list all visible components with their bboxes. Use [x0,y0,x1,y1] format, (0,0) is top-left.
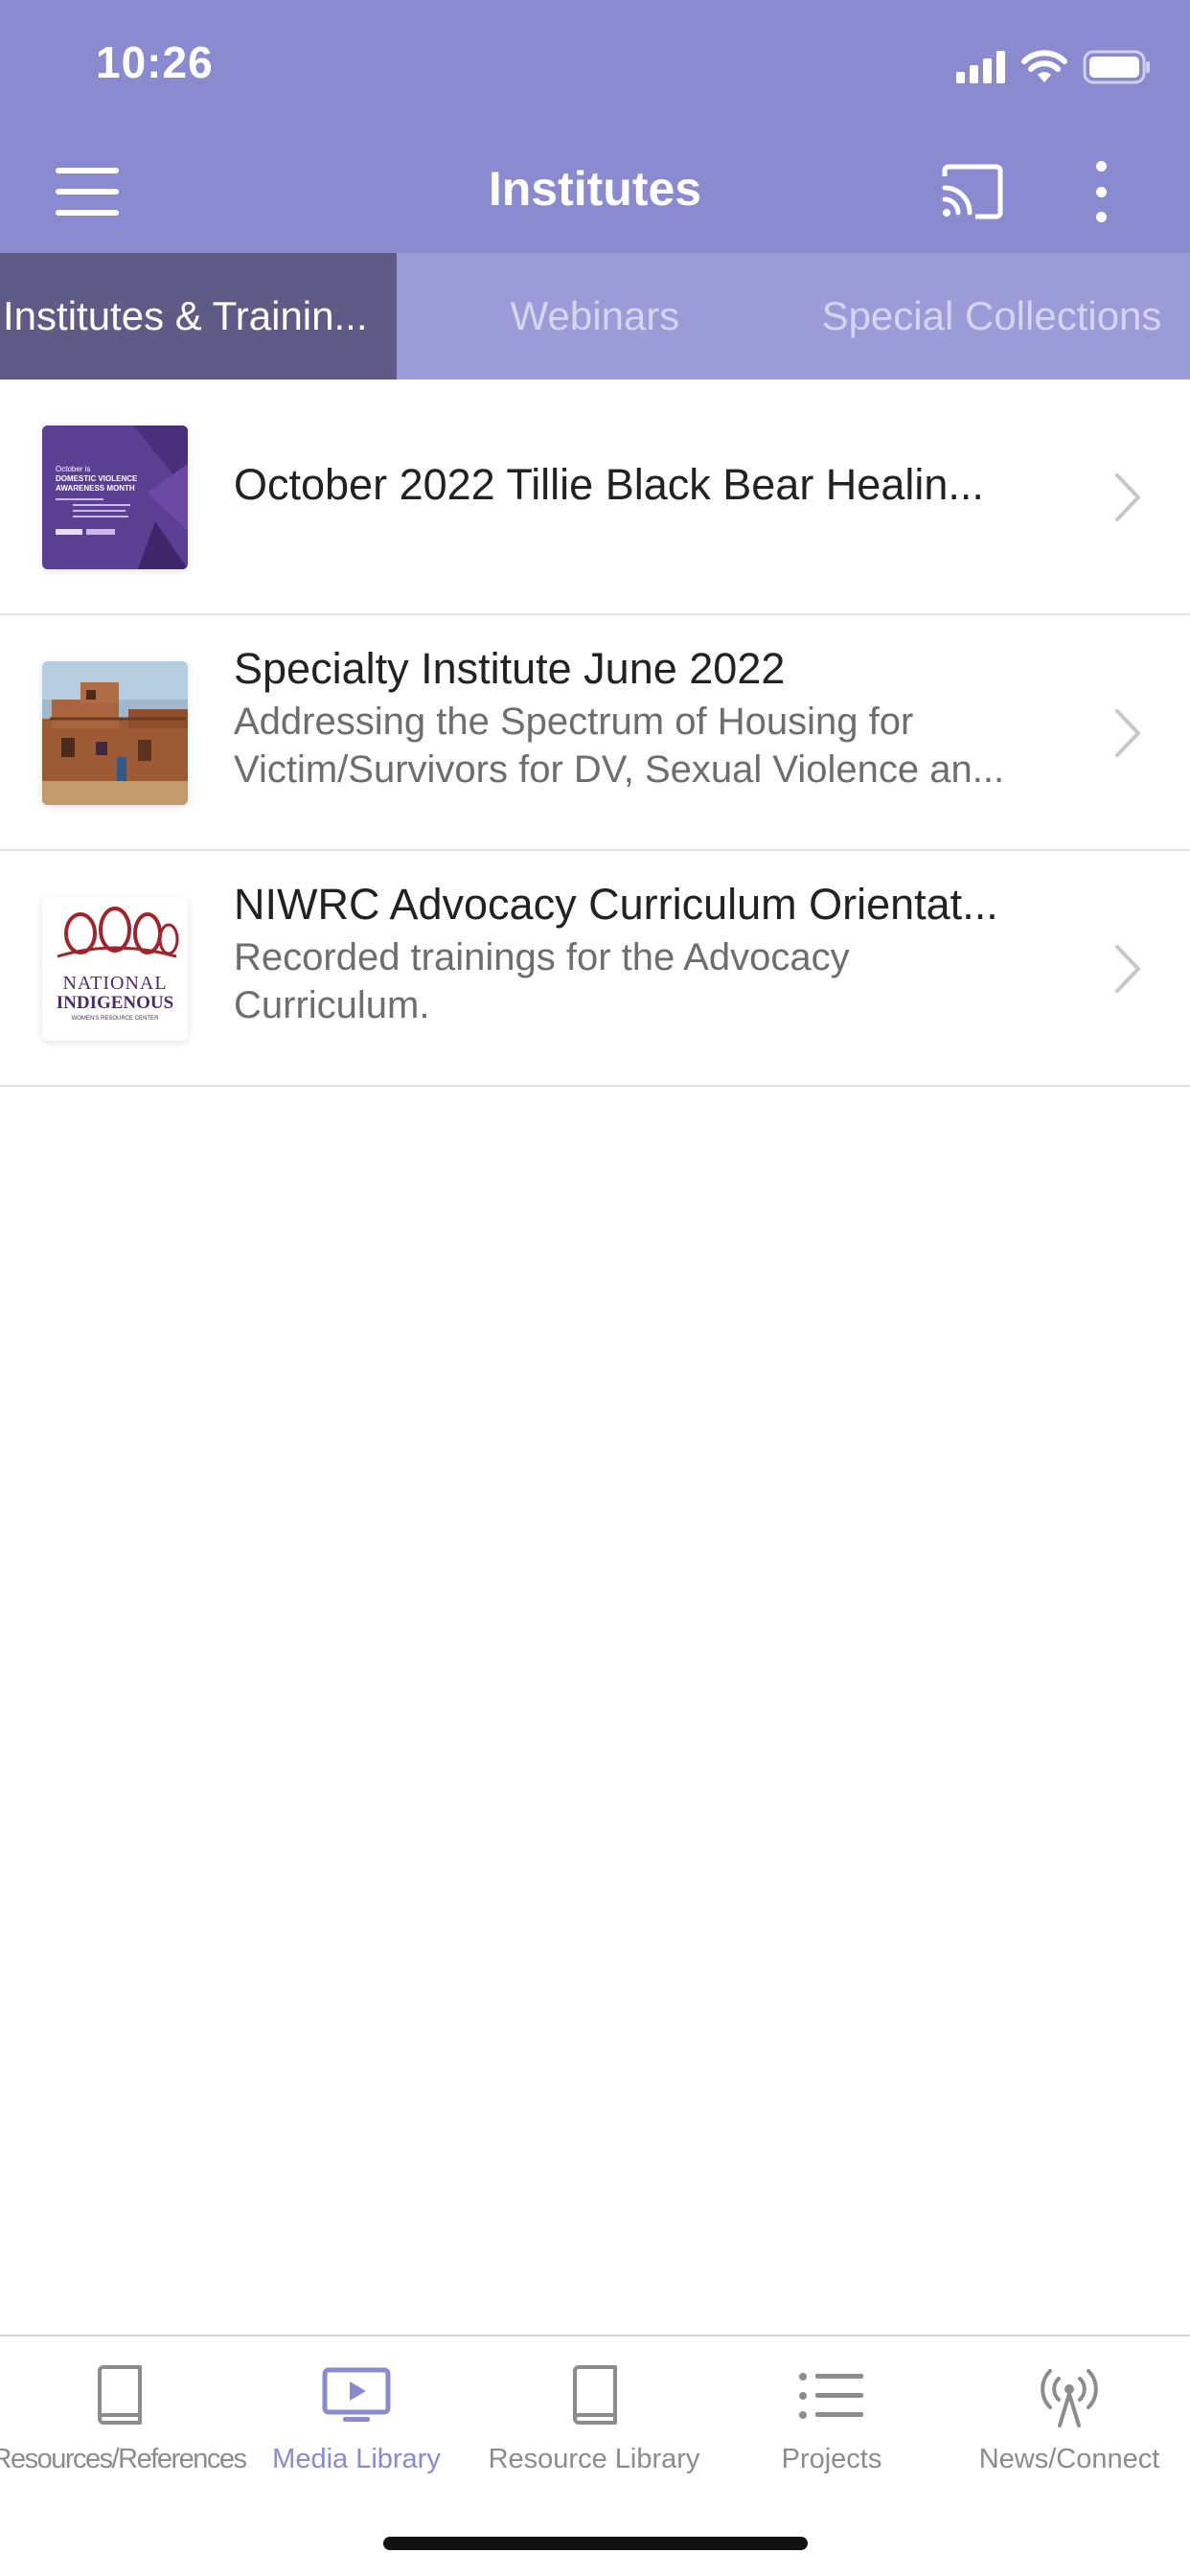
list-item[interactable]: NATIONAL INDIGENOUS WOMEN'S RESOURCE CEN… [0,851,1190,1087]
tab-institutes-trainings[interactable]: Institutes & Trainin... [0,253,397,380]
tab-label: Webinars [510,293,680,338]
cellular-signal-icon [956,51,1005,83]
status-icons [956,46,1152,88]
page-title: Institutes [488,162,702,216]
header: 10:26 Institutes [0,0,1190,253]
svg-text:NATIONAL: NATIONAL [62,973,167,994]
tabbar-item-resources-references[interactable]: Resources/References [0,2359,247,2494]
cast-icon[interactable] [939,163,1006,220]
tab-webinars[interactable]: Webinars [397,253,793,380]
app-screen: 10:26 Institutes Institutes & Trainin...… [0,0,1190,2576]
item-thumbnail: NATIONAL INDIGENOUS WOMEN'S RESOURCE CEN… [42,897,188,1041]
more-options-icon[interactable] [1087,161,1115,222]
list-item[interactable]: October is DOMESTIC VIOLENCE AWARENESS M… [0,380,1190,615]
list-icon [799,2373,863,2419]
list-item[interactable]: Specialty Institute June 2022 Addressing… [0,615,1190,851]
tv-play-icon [322,2367,391,2422]
item-title: October 2022 Tillie Black Bear Healin... [234,460,984,509]
svg-text:INDIGENOUS: INDIGENOUS [57,993,173,1013]
item-subtitle-line: Victim/Survivors for DV, Sexual Violence… [234,748,1005,791]
tabbar-label: Resources/References [0,2444,247,2474]
svg-text:DOMESTIC VIOLENCE: DOMESTIC VIOLENCE [56,474,138,483]
status-time: 10:26 [96,37,214,87]
svg-text:AWARENESS MONTH: AWARENESS MONTH [56,484,135,493]
chevron-right-icon [1115,709,1140,757]
item-text: Specialty Institute June 2022 Addressing… [234,644,1085,794]
item-subtitle: Recorded trainings for the Advocacy Curr… [234,933,1085,1029]
tab-label: Special Collections [821,293,1162,338]
tab-special-collections[interactable]: Special Collections [793,253,1190,380]
battery-icon [1083,50,1150,84]
nav-bar: Institutes [0,134,1190,253]
item-thumbnail [42,661,188,805]
svg-text:October is: October is [56,465,90,473]
item-subtitle-line: Curriculum. [234,984,430,1026]
tabbar-item-news-connect[interactable]: News/Connect [950,2359,1188,2494]
tabbar-label: News/Connect [978,2444,1160,2474]
item-thumbnail: October is DOMESTIC VIOLENCE AWARENESS M… [42,426,188,569]
niwrc-logo: NATIONAL INDIGENOUS WOMEN'S RESOURCE CEN… [42,897,188,1041]
book-icon [573,2365,617,2425]
home-indicator [383,2537,808,2550]
tabbar-item-media-library[interactable]: Media Library [238,2359,475,2494]
chevron-right-icon [1115,473,1140,521]
item-subtitle-line: Recorded trainings for the Advocacy [234,936,850,978]
media-list: October is DOMESTIC VIOLENCE AWARENESS M… [0,380,1190,1087]
item-text: NIWRC Advocacy Curriculum Orientat... Re… [234,880,1085,1029]
tab-label: Institutes & Trainin... [3,293,368,338]
broadcast-icon [1041,2369,1098,2427]
tabbar-label: Media Library [272,2444,441,2474]
status-bar: 10:26 [0,0,1190,134]
category-tabs: Institutes & Trainin... Webinars Special… [0,253,1190,380]
svg-text:WOMEN'S RESOURCE CENTER: WOMEN'S RESOURCE CENTER [72,1016,159,1022]
tabbar-label: Resource Library [488,2444,700,2474]
item-subtitle-line: Addressing the Spectrum of Housing for [234,701,914,743]
item-title: NIWRC Advocacy Curriculum Orientat... [234,880,998,929]
tabbar-item-resource-library[interactable]: Resource Library [475,2359,713,2494]
item-subtitle: Addressing the Spectrum of Housing for V… [234,698,1085,794]
dv-awareness-thumbnail: October is DOMESTIC VIOLENCE AWARENESS M… [42,426,188,569]
item-title: Specialty Institute June 2022 [234,644,786,693]
chevron-right-icon [1115,945,1140,993]
tabbar-item-projects[interactable]: Projects [713,2359,950,2494]
adobe-pueblo-thumbnail [42,661,188,805]
wifi-icon [1021,50,1067,82]
book-icon [98,2365,142,2425]
tabbar-label: Projects [781,2444,882,2474]
item-text: October 2022 Tillie Black Bear Healin... [234,460,1085,510]
